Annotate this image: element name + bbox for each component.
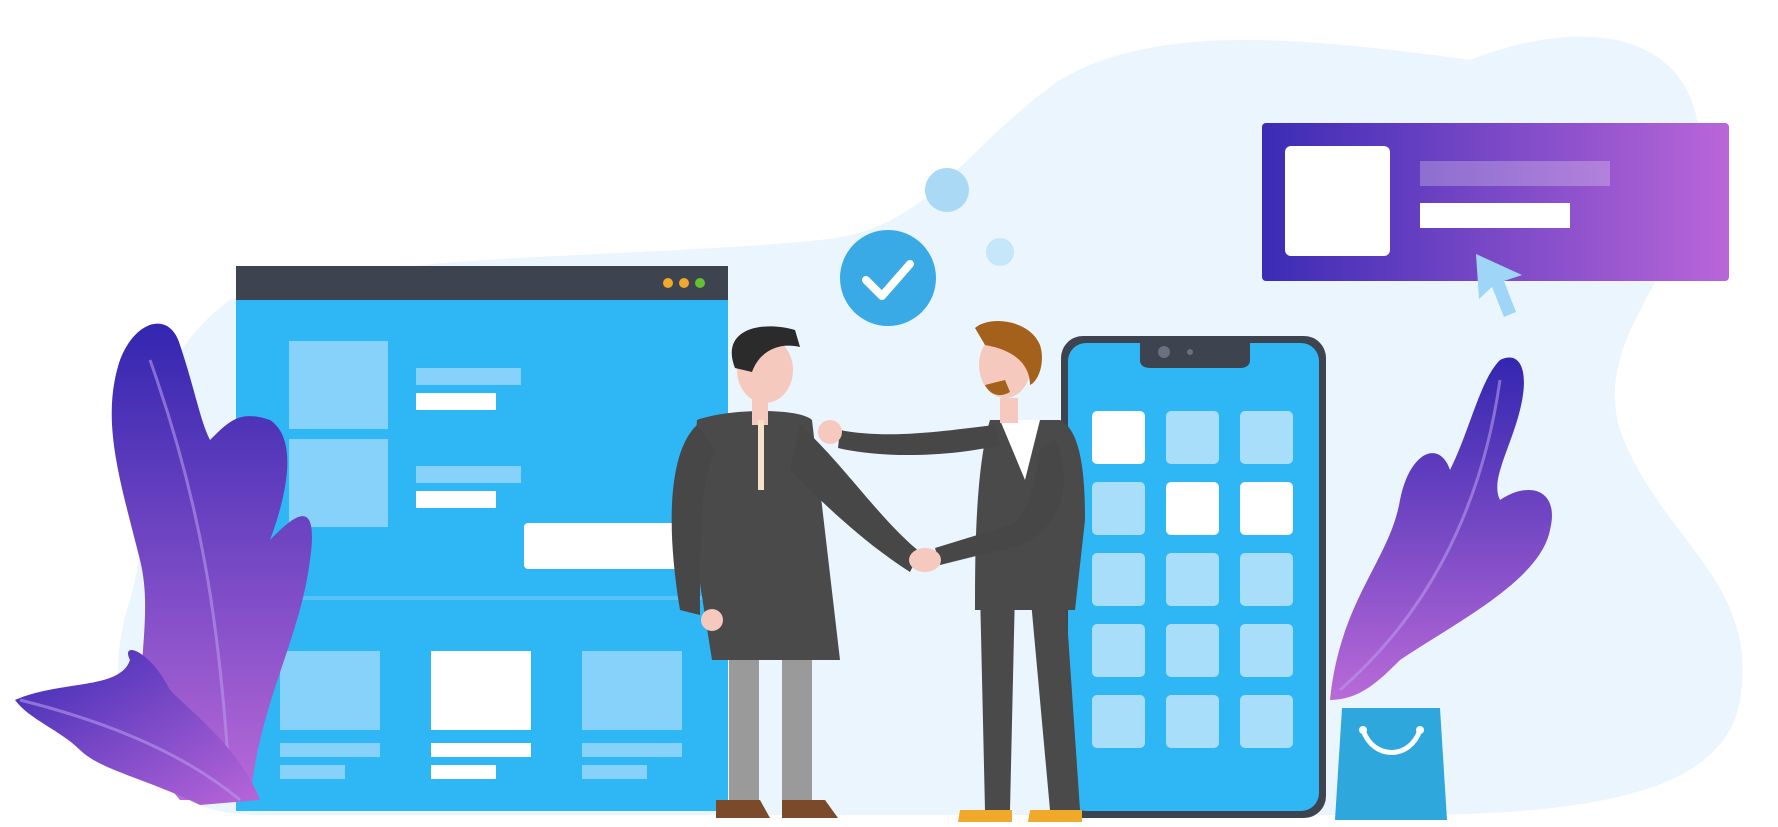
text-line [416,491,496,508]
card-image [431,651,531,730]
smartphone [1061,336,1326,818]
shopping-bag-icon [1335,708,1447,820]
card-image [582,651,682,730]
illustration-scene [0,0,1778,827]
divider [236,596,728,600]
text-line [1420,161,1610,186]
app-tile-grid [1092,411,1293,748]
text-line [416,466,521,483]
text-line [416,368,521,385]
card-line [280,765,345,779]
card-line [280,743,380,757]
card-line [431,765,496,779]
avatar-placeholder [1285,146,1390,256]
card-line [431,743,531,757]
check-badge [840,230,936,326]
window-control-dots [663,278,705,288]
text-line [416,393,496,410]
card-image [280,651,380,730]
bubble [925,168,969,212]
handshake-illustration [15,36,1743,822]
browser-title-bar [236,266,728,300]
image-placeholder [289,341,388,429]
phone-notch [1140,343,1250,368]
card-line [582,743,682,757]
card-line [582,765,647,779]
image-placeholder [289,439,388,527]
bubble [986,238,1014,266]
text-line [1420,203,1570,228]
